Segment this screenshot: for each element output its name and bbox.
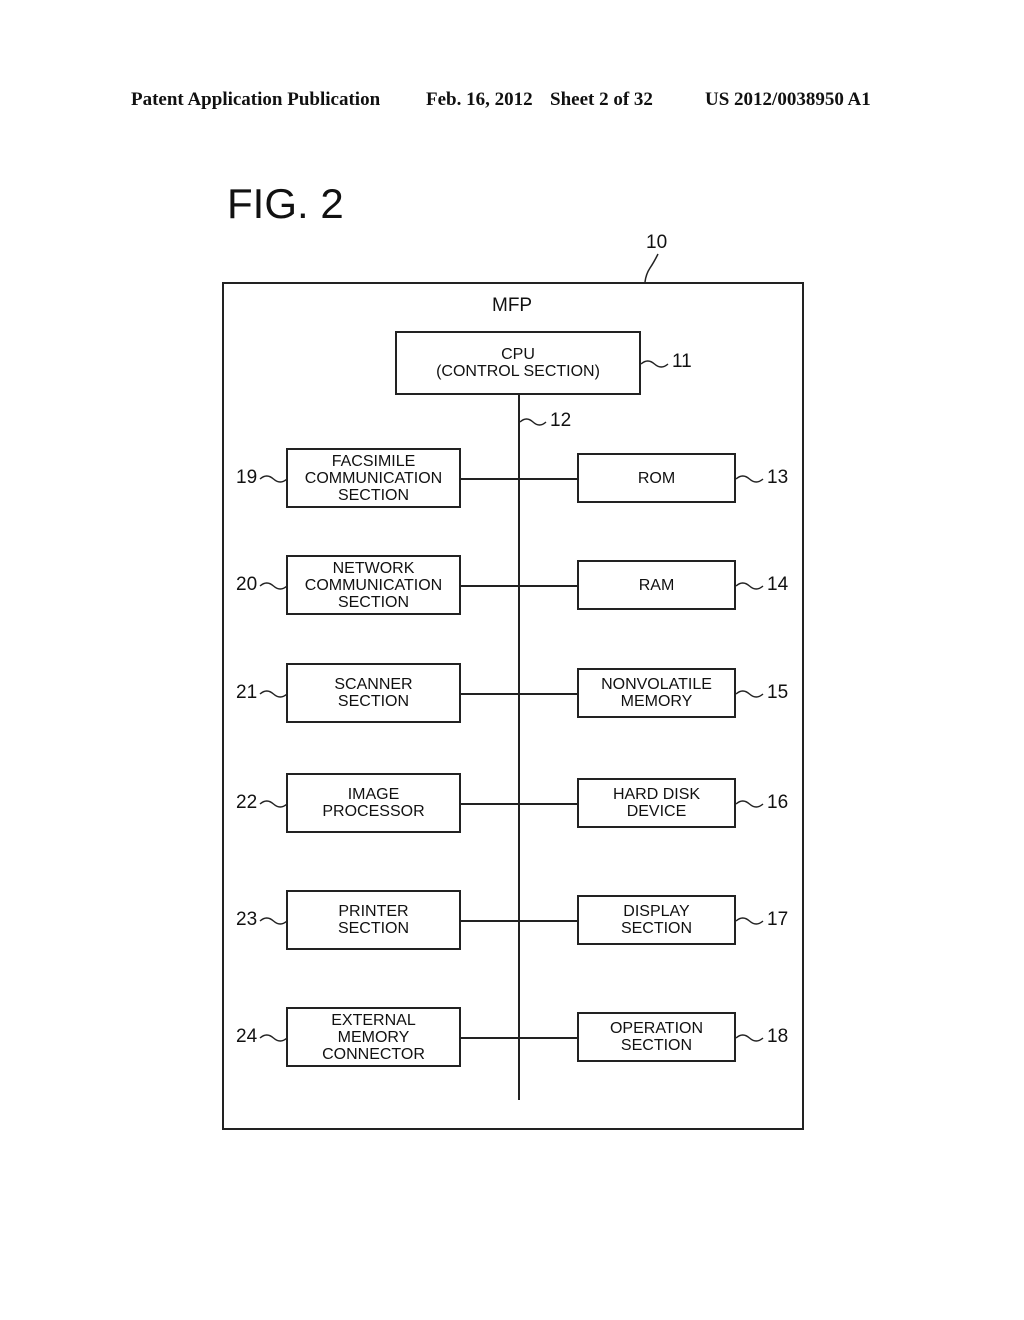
tilde-right-1 [735, 475, 764, 483]
connector-left-4 [461, 803, 518, 805]
tilde-left-2 [259, 582, 288, 590]
left-block-6: EXTERNAL MEMORY CONNECTOR [286, 1007, 461, 1067]
connector-left-3 [461, 693, 518, 695]
ref-cpu: 11 [672, 351, 692, 372]
cpu-block: CPU (CONTROL SECTION) [395, 331, 641, 395]
connector-right-4 [518, 803, 577, 805]
ref-left-5: 23 [236, 909, 258, 930]
tilde-left-3 [259, 690, 288, 698]
tilde-right-5 [735, 917, 764, 925]
ref-right-2: 14 [767, 574, 789, 595]
left-block-5: PRINTER SECTION [286, 890, 461, 950]
right-block-4: HARD DISK DEVICE [577, 778, 736, 828]
ref-left-1: 19 [236, 467, 258, 488]
ref-left-3: 21 [236, 682, 258, 703]
system-bus [518, 394, 520, 1100]
tilde-left-4 [259, 800, 288, 808]
connector-right-2 [518, 585, 577, 587]
connector-left-6 [461, 1037, 518, 1039]
right-block-6: OPERATION SECTION [577, 1012, 736, 1062]
right-block-1: ROM [577, 453, 736, 503]
tilde-left-1 [259, 475, 288, 483]
left-block-4: IMAGE PROCESSOR [286, 773, 461, 833]
right-block-2: RAM [577, 560, 736, 610]
tilde-ref-12 [519, 418, 547, 426]
tilde-right-2 [735, 582, 764, 590]
left-block-2: NETWORK COMMUNICATION SECTION [286, 555, 461, 615]
connector-left-1 [461, 478, 518, 480]
right-block-3: NONVOLATILE MEMORY [577, 668, 736, 718]
connector-left-2 [461, 585, 518, 587]
connector-right-1 [518, 478, 577, 480]
ref-left-2: 20 [236, 574, 258, 595]
left-block-1: FACSIMILE COMMUNICATION SECTION [286, 448, 461, 508]
ref-right-3: 15 [767, 682, 789, 703]
ref-right-1: 13 [767, 467, 789, 488]
tilde-right-3 [735, 690, 764, 698]
connector-right-5 [518, 920, 577, 922]
ref-bus: 12 [550, 410, 572, 431]
connector-right-6 [518, 1037, 577, 1039]
ref-right-4: 16 [767, 792, 789, 813]
ref-right-6: 18 [767, 1026, 789, 1047]
ref-tildes [259, 360, 764, 1042]
ref-left-4: 22 [236, 792, 258, 813]
right-block-5: DISPLAY SECTION [577, 895, 736, 945]
tilde-right-6 [735, 1034, 764, 1042]
connector-left-5 [461, 920, 518, 922]
tilde-left-6 [259, 1034, 288, 1042]
ref-left-6: 24 [236, 1026, 258, 1047]
ref-right-5: 17 [767, 909, 789, 930]
tilde-left-5 [259, 917, 288, 925]
left-block-3: SCANNER SECTION [286, 663, 461, 723]
tilde-ref-11 [640, 360, 669, 368]
tilde-right-4 [735, 800, 764, 808]
connector-right-3 [518, 693, 577, 695]
